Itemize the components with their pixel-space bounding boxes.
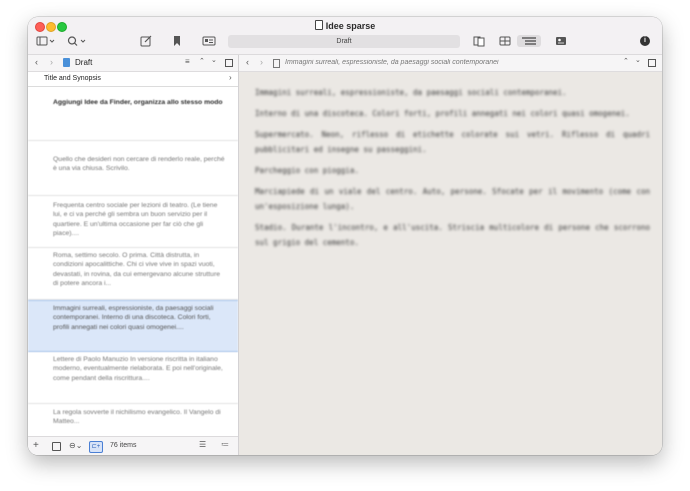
editor-breadcrumb: Immagini surreali, espressioniste, da pa… — [285, 59, 499, 66]
folder-name: Draft — [75, 58, 93, 67]
list-item[interactable]: Quello che desideri non cercare di rende… — [28, 141, 238, 196]
add-folder-icon[interactable] — [52, 442, 61, 451]
view-mode-button[interactable] — [36, 35, 56, 47]
window-title: Idee sparse — [28, 20, 662, 31]
binder-pane: ‹ › Draft ≡ ⌃ ⌄ Title and Synopsis › Agg… — [28, 55, 239, 455]
compose-mode-button[interactable] — [473, 35, 485, 47]
list-item[interactable]: Frequenta centro sociale per lezioni di … — [28, 196, 238, 248]
inspector-icon — [556, 37, 566, 45]
paragraph: Parcheggio con pioggia. — [255, 166, 359, 175]
editor-pane: ‹ › Immagini surreali, espressioniste, d… — [239, 55, 662, 455]
info-icon[interactable]: i — [640, 36, 650, 46]
chevron-down-icon[interactable]: ⌄ — [211, 56, 217, 64]
column-header-label: Title and Synopsis — [44, 75, 101, 82]
split-view-icon[interactable] — [648, 59, 656, 67]
corkboard-view-button[interactable] — [498, 35, 512, 47]
title-bar: Idee sparse Draft i — [28, 17, 662, 55]
document-icon — [314, 20, 323, 30]
editor-header: ‹ › Immagini surreali, espressioniste, d… — [239, 55, 662, 72]
paragraph: Immagini surreali, espressioniste, da pa… — [255, 88, 567, 97]
bookmark-button[interactable] — [172, 35, 182, 47]
sidebar-toggle-icon — [36, 36, 55, 46]
paragraph: Stadio. Durante l'incontro, e all'uscita… — [255, 223, 650, 247]
bookmark-icon — [174, 36, 180, 46]
editor-text[interactable]: Immagini surreali, espressioniste, da pa… — [255, 85, 650, 256]
back-arrow-icon[interactable]: ‹ — [246, 57, 249, 67]
forward-arrow-icon[interactable]: › — [50, 57, 53, 67]
chevron-up-icon[interactable]: ⌃ — [199, 57, 205, 65]
keywords-icon — [202, 36, 216, 46]
list-item[interactable]: Roma, settimo secolo. O prima. Città dis… — [28, 248, 238, 300]
compose-icon — [140, 35, 152, 47]
search-icon — [67, 36, 86, 46]
list-item[interactable]: La regola sovverte il nichilismo evangel… — [28, 404, 238, 436]
list-item-selected[interactable]: Immagini surreali, espressioniste, da pa… — [28, 300, 238, 352]
chevron-down-icon[interactable]: ⌄ — [635, 56, 641, 64]
split-view-icon[interactable] — [225, 59, 233, 67]
settings-menu-icon[interactable]: ⊖⌄ — [69, 441, 82, 450]
list-icon[interactable]: ≔ — [221, 440, 229, 449]
list-item[interactable]: Lettere di Paolo Manuzio In versione ris… — [28, 352, 238, 404]
documents-icon — [473, 36, 485, 47]
toolbar-center-field[interactable]: Draft — [228, 35, 460, 48]
binder-header: ‹ › Draft ≡ ⌃ ⌄ — [28, 55, 238, 72]
paragraph: Marciapiede di un viale del centro. Auto… — [255, 187, 650, 211]
list-menu-icon[interactable]: ≡ — [185, 57, 190, 66]
list-item[interactable]: Aggiungi Idee da Finder, organizza allo … — [28, 87, 238, 141]
outline-icon — [522, 37, 536, 45]
align-icon[interactable]: ☰ — [199, 440, 206, 449]
outline-view-button[interactable] — [517, 35, 541, 47]
binder-footer: + ⊖⌄ ⊏+ 76 items ☰ ≔ — [28, 436, 238, 455]
filter-icon[interactable]: ⊏+ — [89, 441, 103, 453]
folder-icon — [63, 58, 70, 67]
app-window: Idee sparse Draft i ‹ › Draft ≡ ⌃ ⌄ Titl… — [28, 17, 662, 455]
add-icon[interactable]: + — [33, 440, 39, 451]
grid-icon — [499, 36, 511, 46]
column-header[interactable]: Title and Synopsis › — [28, 72, 238, 87]
back-arrow-icon[interactable]: ‹ — [35, 57, 38, 67]
compose-button[interactable] — [140, 35, 152, 47]
item-count: 76 items — [110, 442, 137, 449]
card-list: Aggiungi Idee da Finder, organizza allo … — [28, 87, 238, 436]
search-button[interactable] — [66, 35, 88, 47]
document-icon — [273, 59, 280, 68]
forward-arrow-icon[interactable]: › — [260, 57, 263, 67]
chevron-up-icon[interactable]: ⌃ — [623, 57, 629, 65]
keywords-button[interactable] — [202, 35, 216, 47]
chevron-right-icon[interactable]: › — [229, 73, 232, 82]
paragraph: Supermercato. Neon, riflesso di etichett… — [255, 130, 650, 154]
inspector-button[interactable] — [555, 35, 567, 47]
paragraph: Interno di una discoteca. Colori forti, … — [255, 109, 630, 118]
